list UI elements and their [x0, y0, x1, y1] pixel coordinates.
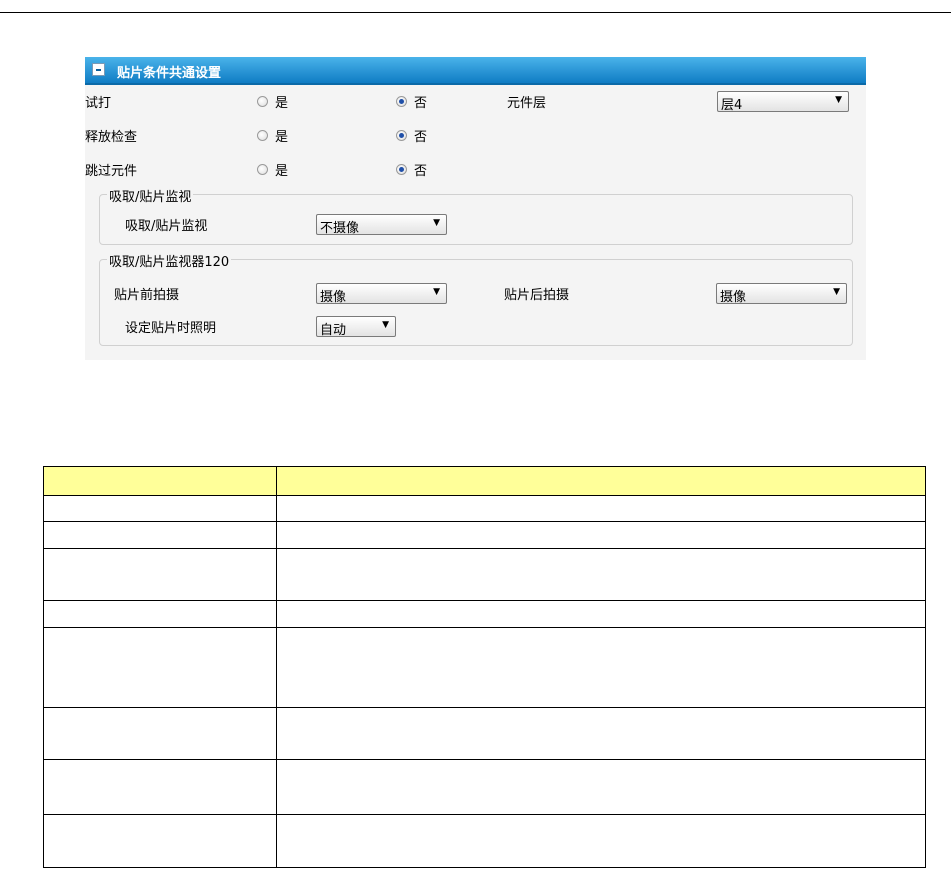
component-layer-label: 元件层: [507, 96, 547, 111]
dropdown-arrow-icon: ▼: [382, 320, 389, 330]
radio-label: 是: [275, 96, 289, 111]
table-cell: [43, 495, 277, 522]
table-cell: [276, 600, 926, 628]
after-shot-value: 摄像: [720, 290, 747, 305]
table-row: [43, 548, 926, 601]
skip-component-yes-radio[interactable]: 是: [257, 160, 288, 179]
monitor120-group: 吸取/贴片监视器120 贴片前拍摄 摄像 ▼ 贴片后拍摄 摄像 ▼ 设定贴片时照…: [99, 251, 853, 346]
monitor120-group-title: 吸取/贴片监视器120: [107, 251, 232, 270]
dropdown-arrow-icon: ▼: [433, 287, 440, 297]
table-row: [43, 521, 926, 549]
monitor-group-title: 吸取/贴片监视: [107, 186, 194, 205]
radio-label: 是: [275, 164, 289, 179]
panel-title: 贴片条件共通设置: [117, 66, 222, 81]
table-cell: [276, 548, 926, 601]
release-check-yes-radio[interactable]: 是: [257, 126, 288, 145]
table-cell: [43, 814, 277, 868]
table-cell: [43, 600, 277, 628]
radio-label: 否: [414, 130, 428, 145]
table-cell: [276, 759, 926, 815]
dropdown-arrow-icon: ▼: [433, 218, 440, 228]
table-cell: [43, 707, 277, 760]
release-check-label: 释放检查: [85, 130, 138, 145]
skip-component-label: 跳过元件: [85, 164, 138, 179]
table-header-row: [43, 466, 926, 496]
panel-header: 贴片条件共通设置: [85, 57, 866, 85]
collapse-icon[interactable]: [92, 63, 105, 76]
radio-label: 是: [275, 130, 289, 145]
table-row: [43, 707, 926, 760]
description-table: [43, 466, 926, 868]
dropdown-arrow-icon: ▼: [833, 287, 840, 297]
radio-label: 否: [414, 164, 428, 179]
radio-icon: [257, 164, 268, 175]
table-cell: [43, 548, 277, 601]
lighting-value: 自动: [320, 323, 347, 338]
after-shot-label: 贴片后拍摄: [504, 288, 570, 303]
table-header-cell: [276, 466, 926, 496]
trial-print-label: 试打: [85, 96, 112, 111]
monitor-select[interactable]: 不摄像 ▼: [316, 214, 447, 236]
radio-label: 否: [414, 96, 428, 111]
table-cell: [276, 627, 926, 708]
table-cell: [276, 707, 926, 760]
component-layer-select[interactable]: 层4 ▼: [717, 91, 849, 113]
settings-panel: 贴片条件共通设置 试打 是 否 元件层 层4 ▼ 释放检查 是 否 跳过元件 是…: [85, 57, 866, 360]
radio-icon: [396, 130, 407, 141]
monitor-value: 不摄像: [320, 221, 360, 236]
before-shot-select[interactable]: 摄像 ▼: [316, 283, 447, 305]
radio-icon: [396, 164, 407, 175]
table-row: [43, 759, 926, 815]
table-row: [43, 814, 926, 868]
table-row: [43, 627, 926, 708]
component-layer-value: 层4: [721, 98, 743, 113]
trial-print-no-radio[interactable]: 否: [396, 92, 427, 111]
trial-print-yes-radio[interactable]: 是: [257, 92, 288, 111]
skip-component-no-radio[interactable]: 否: [396, 160, 427, 179]
release-check-no-radio[interactable]: 否: [396, 126, 427, 145]
table-cell: [276, 495, 926, 522]
table-cell: [43, 627, 277, 708]
table-cell: [43, 759, 277, 815]
after-shot-select[interactable]: 摄像 ▼: [716, 283, 847, 305]
table-row: [43, 495, 926, 522]
monitor-group: 吸取/贴片监视 吸取/贴片监视 不摄像 ▼: [99, 186, 853, 245]
radio-icon: [257, 96, 268, 107]
table-row: [43, 600, 926, 628]
lighting-select[interactable]: 自动 ▼: [316, 316, 396, 338]
before-shot-value: 摄像: [320, 290, 347, 305]
lighting-label: 设定贴片时照明: [125, 321, 217, 336]
monitor-label: 吸取/贴片监视: [125, 219, 208, 234]
table-header-cell: [43, 466, 277, 496]
table-cell: [43, 521, 277, 549]
before-shot-label: 贴片前拍摄: [114, 288, 180, 303]
table-cell: [276, 814, 926, 868]
top-rule: [0, 12, 951, 13]
table-cell: [276, 521, 926, 549]
radio-icon: [396, 96, 407, 107]
radio-icon: [257, 130, 268, 141]
dropdown-arrow-icon: ▼: [835, 95, 842, 105]
